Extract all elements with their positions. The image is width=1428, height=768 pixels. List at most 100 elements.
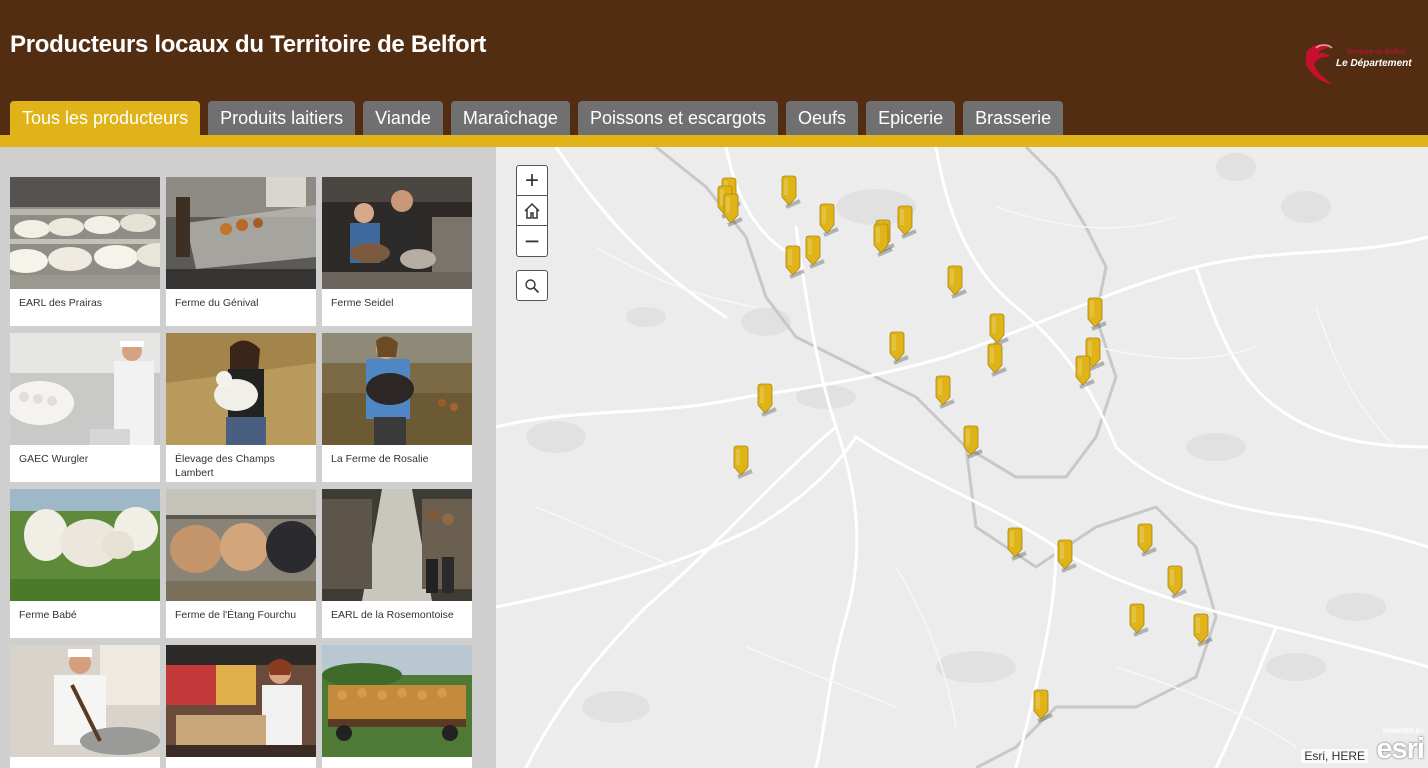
producer-name <box>166 757 316 768</box>
producer-marker[interactable] <box>1166 565 1188 599</box>
producer-photo <box>322 645 472 757</box>
producer-marker[interactable] <box>722 193 744 227</box>
map-pin-icon <box>1075 355 1095 389</box>
producer-marker[interactable] <box>1074 355 1096 389</box>
producer-name: Ferme du Génival <box>175 297 259 309</box>
producer-photo <box>166 177 316 289</box>
producer-marker[interactable] <box>962 425 984 459</box>
category-tabs: Tous les producteurs Produits laitiers V… <box>10 101 1071 135</box>
producer-marker[interactable] <box>934 375 956 409</box>
departement-logo[interactable]: Territoire de Belfort Le Département <box>1300 38 1415 90</box>
producer-marker[interactable] <box>756 383 778 417</box>
map-pin-icon <box>1057 539 1077 573</box>
producer-marker[interactable] <box>888 331 910 365</box>
logo-line-2: Le Département <box>1336 58 1412 69</box>
producer-card-earl-des-prairas[interactable]: EARL des Prairas <box>10 177 160 326</box>
tab-tous-les-producteurs[interactable]: Tous les producteurs <box>10 101 201 135</box>
map-pin-icon <box>1087 297 1107 331</box>
producer-marker[interactable] <box>1006 527 1028 561</box>
map-pin-icon <box>889 331 909 365</box>
producer-marker[interactable] <box>872 223 894 257</box>
map-pin-icon <box>873 223 893 257</box>
search-icon <box>525 278 540 293</box>
producer-photo <box>10 177 160 289</box>
producer-card-ferme-babe[interactable]: Ferme Babé <box>10 489 160 638</box>
home-button[interactable] <box>516 196 548 226</box>
producer-marker[interactable] <box>780 175 802 209</box>
map-pin-icon <box>989 313 1009 347</box>
producer-marker[interactable] <box>946 265 968 299</box>
producer-photo <box>322 489 472 601</box>
map-pin-icon <box>1033 689 1053 723</box>
map-pin-icon <box>1193 613 1213 647</box>
map-attribution: Esri, HERE <box>1301 749 1368 763</box>
map-pin-icon <box>819 203 839 237</box>
producer-name <box>322 757 472 768</box>
producer-marker[interactable] <box>1032 689 1054 723</box>
tab-oeufs[interactable]: Oeufs <box>786 101 859 135</box>
producer-card-ferme-du-genival[interactable]: Ferme du Génival <box>166 177 316 326</box>
producer-marker[interactable] <box>1136 523 1158 557</box>
producer-card[interactable] <box>166 645 316 768</box>
tab-epicerie[interactable]: Epicerie <box>866 101 956 135</box>
esri-logo[interactable]: POWERED BY esri <box>1368 729 1425 765</box>
producer-name: Ferme Seidel <box>331 297 394 309</box>
producer-name: Ferme Babé <box>19 609 77 621</box>
map-pin-icon <box>963 425 983 459</box>
page-title: Producteurs locaux du Territoire de Belf… <box>10 31 487 58</box>
producer-photo <box>10 333 160 445</box>
producer-marker[interactable] <box>896 205 918 239</box>
producer-marker[interactable] <box>988 313 1010 347</box>
producer-name: GAEC Wurgler <box>19 453 89 465</box>
zoom-out-button[interactable]: − <box>516 226 548 257</box>
producer-marker[interactable] <box>1128 603 1150 637</box>
producer-marker[interactable] <box>1086 297 1108 331</box>
map-pin-icon <box>987 343 1007 377</box>
producer-card-elevage-des-champs-lambert[interactable]: Élevage des Champs Lambert <box>166 333 316 482</box>
producer-card-la-ferme-de-rosalie[interactable]: La Ferme de Rosalie <box>322 333 472 482</box>
producer-gallery[interactable]: EARL des Prairas Ferme du Génival Ferme … <box>0 147 496 768</box>
map-pin-icon <box>897 205 917 239</box>
producer-marker[interactable] <box>784 245 806 279</box>
producer-card[interactable] <box>322 645 472 768</box>
producer-card-ferme-seidel[interactable]: Ferme Seidel <box>322 177 472 326</box>
esri-wordmark: esri <box>1376 733 1425 765</box>
map-pin-icon <box>723 193 743 227</box>
producer-photo <box>322 177 472 289</box>
map-pin-icon <box>935 375 955 409</box>
app-header: Producteurs locaux du Territoire de Belf… <box>0 0 1428 135</box>
tab-brasserie[interactable]: Brasserie <box>963 101 1064 135</box>
producer-photo <box>166 645 316 757</box>
producer-photo <box>166 489 316 601</box>
producer-photo <box>322 333 472 445</box>
producer-marker[interactable] <box>732 445 754 479</box>
home-icon <box>524 202 540 219</box>
map-pin-icon <box>1129 603 1149 637</box>
producer-name: EARL des Prairas <box>19 297 103 309</box>
producer-name <box>10 757 160 768</box>
map-pin-icon <box>781 175 801 209</box>
producer-marker[interactable] <box>1056 539 1078 573</box>
map-pin-icon <box>805 235 825 269</box>
zoom-in-button[interactable]: + <box>516 165 548 196</box>
producer-card-earl-de-la-rosemontoise[interactable]: EARL de la Rosemontoise <box>322 489 472 638</box>
producer-marker[interactable] <box>818 203 840 237</box>
tab-produits-laitiers[interactable]: Produits laitiers <box>208 101 356 135</box>
producer-marker[interactable] <box>1192 613 1214 647</box>
producer-card-gaec-wurgler[interactable]: GAEC Wurgler <box>10 333 160 482</box>
map-pin-icon <box>785 245 805 279</box>
producer-photo <box>10 645 160 757</box>
producer-marker[interactable] <box>804 235 826 269</box>
producer-name: La Ferme de Rosalie <box>331 453 429 465</box>
producer-marker[interactable] <box>986 343 1008 377</box>
producers-map[interactable]: + − Esri, HERE POWERED BY esri <box>496 147 1428 768</box>
logo-line-1: Territoire de Belfort <box>1346 49 1406 56</box>
tab-viande[interactable]: Viande <box>363 101 443 135</box>
tab-maraichage[interactable]: Maraîchage <box>450 101 570 135</box>
producer-photo <box>10 489 160 601</box>
producer-card-ferme-de-l-etang-fourchu[interactable]: Ferme de l'Étang Fourchu <box>166 489 316 638</box>
producer-name: Élevage des Champs Lambert <box>175 453 275 479</box>
tab-poissons-et-escargots[interactable]: Poissons et escargots <box>577 101 779 135</box>
producer-card[interactable] <box>10 645 160 768</box>
search-button[interactable] <box>516 270 548 301</box>
